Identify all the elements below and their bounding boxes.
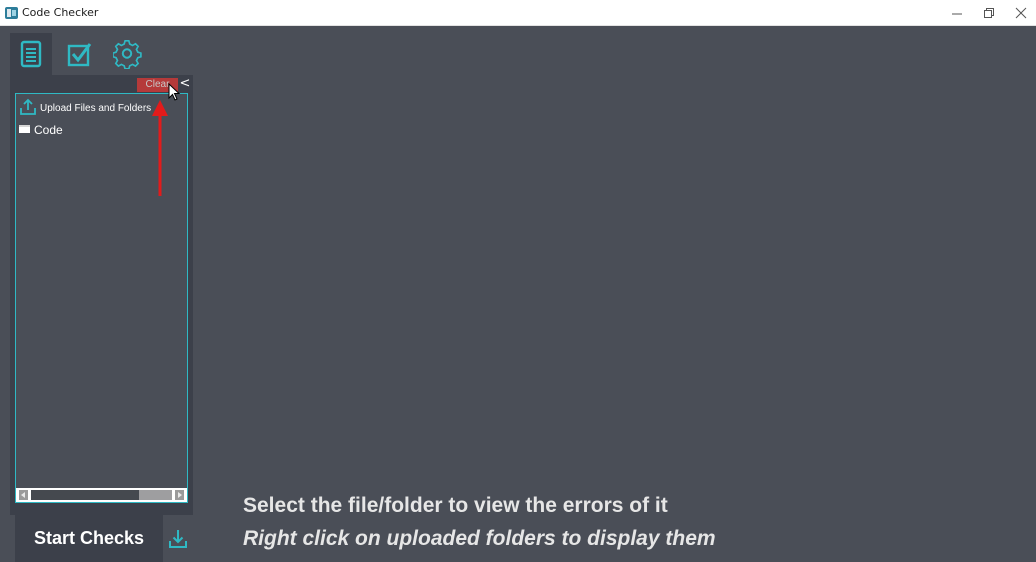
start-checks-button[interactable]: Start Checks — [15, 514, 163, 562]
scroll-thumb[interactable] — [31, 490, 139, 500]
window-title: Code Checker — [22, 6, 99, 19]
scroll-track[interactable] — [31, 490, 172, 500]
minimize-icon — [952, 13, 962, 15]
upload-label: Upload Files and Folders — [40, 103, 152, 114]
mouse-cursor-icon — [168, 83, 180, 101]
hint-right-click: Right click on uploaded folders to displ… — [243, 527, 716, 550]
close-button[interactable] — [1006, 0, 1036, 26]
title-bar: Code Checker — [0, 0, 1036, 26]
checkbox-icon — [67, 43, 92, 67]
tab-files[interactable] — [10, 33, 52, 75]
upload-icon — [20, 98, 36, 115]
document-icon — [20, 40, 42, 68]
collapse-sidebar-button[interactable]: < — [179, 75, 191, 93]
scroll-right-icon[interactable] — [175, 490, 184, 500]
tree-item-label: Code — [34, 123, 63, 137]
restore-icon — [984, 8, 994, 18]
tab-settings[interactable] — [106, 33, 148, 75]
horizontal-scrollbar[interactable] — [16, 488, 187, 502]
code-checker-logo-icon — [5, 7, 18, 19]
tab-checks[interactable] — [58, 33, 100, 75]
hint-select-file: Select the file/folder to view the error… — [243, 494, 668, 517]
close-icon — [1015, 7, 1027, 19]
annotation-arrow-icon — [152, 100, 168, 196]
download-icon[interactable] — [168, 529, 188, 549]
scroll-left-icon[interactable] — [19, 490, 28, 500]
restore-button[interactable] — [974, 0, 1004, 26]
folder-icon — [19, 125, 30, 133]
minimize-button[interactable] — [942, 0, 972, 26]
gear-icon — [113, 39, 142, 69]
